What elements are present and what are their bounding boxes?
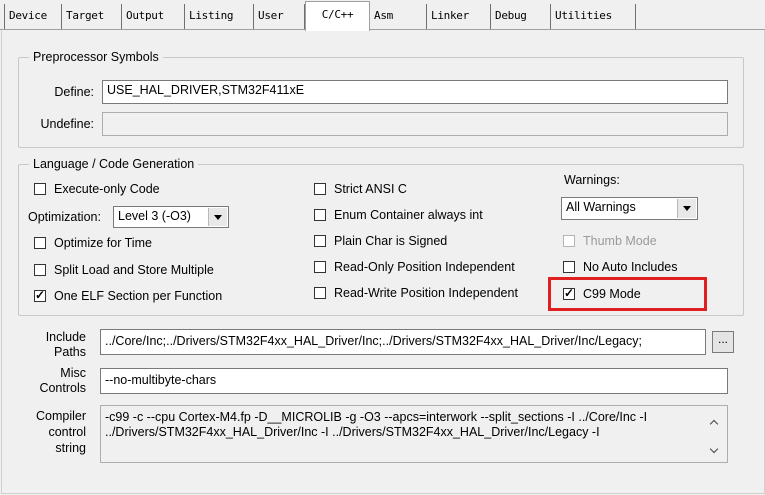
include-paths-label: Include Paths	[20, 330, 86, 360]
enum-container-label: Enum Container always int	[334, 208, 483, 222]
misc-controls-label: Misc Controls	[20, 366, 86, 396]
warnings-value: All Warnings	[566, 200, 636, 214]
include-paths-label-line2: Paths	[54, 345, 86, 359]
ro-pos-indep-checkbox[interactable]	[314, 261, 326, 273]
rw-pos-indep-label: Read-Write Position Independent	[334, 286, 518, 300]
plain-char-checkbox[interactable]	[314, 235, 326, 247]
optimize-time-checkbox[interactable]	[34, 237, 46, 249]
execute-only-label: Execute-only Code	[54, 182, 160, 196]
enum-container-option[interactable]: Enum Container always int	[314, 208, 483, 222]
split-load-label: Split Load and Store Multiple	[54, 263, 214, 277]
compiler-control-string-label: Compiler control string	[20, 408, 86, 456]
rw-pos-indep-checkbox[interactable]	[314, 287, 326, 299]
include-paths-field[interactable]: ../Core/Inc;../Drivers/STM32F4xx_HAL_Dri…	[100, 329, 706, 355]
scroll-up-icon[interactable]	[708, 417, 722, 429]
plain-char-option[interactable]: Plain Char is Signed	[314, 234, 447, 248]
misc-controls-label-line2: Controls	[39, 381, 86, 395]
tab-linker[interactable]: Linker	[427, 4, 491, 29]
compiler-control-string-field[interactable]: -c99 -c --cpu Cortex-M4.fp -D__MICROLIB …	[100, 405, 728, 463]
ro-pos-indep-option[interactable]: Read-Only Position Independent	[314, 260, 515, 274]
define-label: Define:	[54, 85, 94, 99]
rw-pos-indep-option[interactable]: Read-Write Position Independent	[314, 286, 518, 300]
compiler-control-line2: ../Drivers/STM32F4xx_HAL_Driver/Inc -I .…	[105, 425, 600, 439]
preprocessor-symbols-legend: Preprocessor Symbols	[33, 50, 159, 64]
execute-only-option[interactable]: Execute-only Code	[34, 182, 160, 196]
chevron-down-icon[interactable]	[208, 208, 227, 226]
include-paths-browse-button[interactable]: ...	[712, 331, 734, 353]
no-auto-includes-label: No Auto Includes	[583, 260, 678, 274]
tab-utilities[interactable]: Utilities	[551, 4, 636, 29]
execute-only-checkbox[interactable]	[34, 183, 46, 195]
tab-cpp[interactable]: C/C++	[305, 1, 370, 31]
define-field[interactable]: USE_HAL_DRIVER,STM32F411xE	[102, 80, 728, 104]
scroll-down-icon[interactable]	[708, 445, 722, 457]
one-elf-option[interactable]: One ELF Section per Function	[34, 288, 223, 303]
undefine-label: Undefine:	[40, 117, 94, 131]
compiler-control-label-line3: string	[55, 441, 86, 455]
split-load-checkbox[interactable]	[34, 264, 46, 276]
ro-pos-indep-label: Read-Only Position Independent	[334, 260, 515, 274]
misc-controls-field[interactable]: --no-multibyte-chars	[100, 368, 728, 394]
strict-ansi-label: Strict ANSI C	[334, 182, 407, 196]
one-elf-label: One ELF Section per Function	[54, 289, 223, 303]
optimization-label: Optimization:	[28, 210, 101, 224]
misc-controls-label-line1: Misc	[60, 366, 86, 380]
warnings-select[interactable]: All Warnings	[561, 197, 698, 220]
optimize-time-option[interactable]: Optimize for Time	[34, 236, 152, 250]
one-elf-checkbox[interactable]	[34, 288, 46, 302]
tab-bar: Device Target Output Listing User C/C++ …	[0, 0, 765, 31]
compiler-control-label-line2: control	[48, 425, 86, 439]
tab-listing[interactable]: Listing	[185, 4, 254, 29]
tab-asm[interactable]: Asm	[370, 4, 427, 29]
c99-mode-highlight-box	[548, 277, 707, 311]
optimization-value: Level 3 (-O3)	[118, 209, 191, 223]
tab-output[interactable]: Output	[122, 4, 185, 29]
tab-debug[interactable]: Debug	[491, 4, 551, 29]
no-auto-includes-checkbox[interactable]	[563, 261, 575, 273]
split-load-option[interactable]: Split Load and Store Multiple	[34, 263, 214, 277]
thumb-mode-option: Thumb Mode	[563, 234, 657, 248]
include-paths-label-line1: Include	[45, 330, 86, 344]
tab-user[interactable]: User	[254, 4, 305, 29]
thumb-mode-label: Thumb Mode	[583, 234, 657, 248]
strict-ansi-checkbox[interactable]	[314, 183, 326, 195]
enum-container-checkbox[interactable]	[314, 209, 326, 221]
optimization-select[interactable]: Level 3 (-O3)	[113, 206, 229, 228]
warnings-label: Warnings:	[564, 173, 620, 187]
tab-target[interactable]: Target	[62, 4, 122, 29]
compiler-control-line1: -c99 -c --cpu Cortex-M4.fp -D__MICROLIB …	[105, 410, 648, 424]
chevron-down-icon[interactable]	[677, 199, 696, 218]
thumb-mode-checkbox	[563, 235, 575, 247]
tab-device[interactable]: Device	[4, 4, 62, 29]
optimize-time-label: Optimize for Time	[54, 236, 152, 250]
compiler-control-label-line1: Compiler	[35, 409, 86, 423]
language-code-generation-legend: Language / Code Generation	[33, 157, 195, 171]
plain-char-label: Plain Char is Signed	[334, 234, 448, 248]
no-auto-includes-option[interactable]: No Auto Includes	[563, 260, 678, 274]
strict-ansi-option[interactable]: Strict ANSI C	[314, 182, 407, 196]
undefine-field[interactable]	[102, 112, 728, 136]
